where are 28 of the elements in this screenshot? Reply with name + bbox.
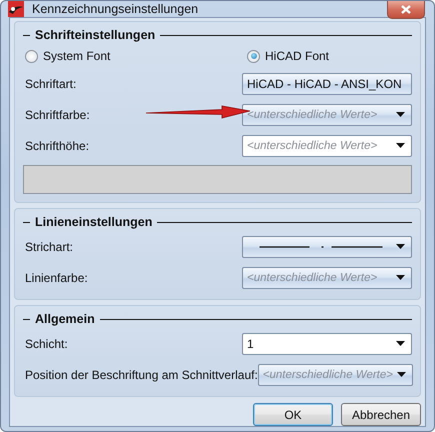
dropdown-caret-icon (396, 372, 406, 377)
field-label: Position der Beschriftung am Schnittverlauf: (24, 368, 258, 382)
field-label: Schriftart: (24, 76, 78, 90)
field-label: Strichart: (24, 240, 74, 254)
dialog-button[interactable]: OK (253, 403, 333, 426)
field-label: Schriftfarbe: (24, 108, 91, 122)
group-title: Schrifteinstellungen (35, 28, 156, 42)
window-title: Kennzeichnungseinstellungen (32, 2, 198, 16)
dropdown-caret-icon (396, 112, 405, 117)
radio-button[interactable] (25, 50, 38, 62)
field-label: Linienfarbe: (24, 270, 89, 284)
dropdown-caret-icon (396, 275, 405, 280)
group-title: Allgemein (35, 312, 95, 326)
group-title: Linieneinstellungen (35, 215, 152, 229)
line-style-dropdown[interactable] (242, 236, 412, 258)
field-label: Schicht: (24, 336, 69, 350)
radio-button[interactable] (247, 50, 260, 62)
dropdown[interactable]: HiCAD - HiCAD - ANSI_KON (242, 72, 412, 94)
dialog-button[interactable]: Abbrechen (341, 403, 421, 426)
settings-group: Schrifteinstellungen System Font HiCAD Font Schriftart: HiCAD - HiCAD - ANSI_KON Schriftfarbe: <unterschiedliche Werte> Schrifthöhe: <unterschiedliche Werte> (14, 21, 421, 203)
dropdown-caret-icon (396, 143, 405, 148)
field-label: Schrifthöhe: (24, 138, 90, 152)
close-icon (401, 5, 411, 14)
close-button[interactable] (387, 1, 425, 19)
dropdown[interactable]: 1 (242, 332, 412, 354)
app-logo-icon (8, 1, 24, 17)
dropdown-caret-icon (396, 244, 405, 249)
dropdown-caret-icon (396, 341, 405, 346)
